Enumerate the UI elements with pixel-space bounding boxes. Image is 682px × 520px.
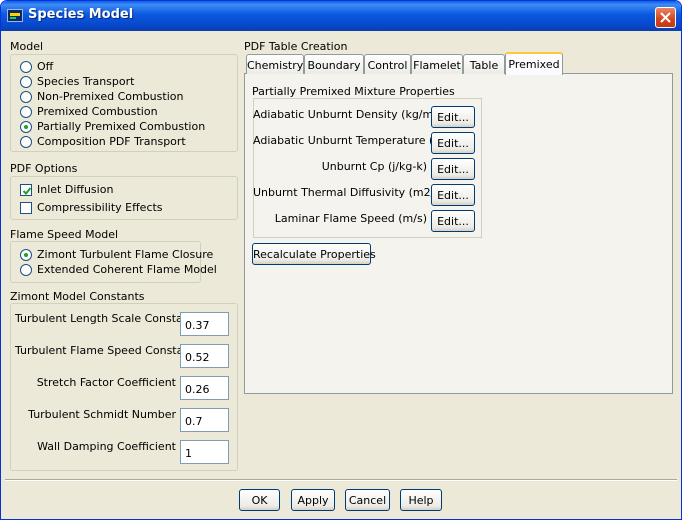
model-premixed-radio[interactable] — [20, 106, 32, 118]
compressibility-effects-checkbox[interactable] — [20, 202, 32, 214]
pdf-table-creation-label: PDF Table Creation — [244, 40, 348, 53]
schmidt-number-input[interactable]: 0.7 — [180, 408, 229, 432]
title-bar[interactable]: Species Model — [1, 1, 681, 31]
model-non-premixed-label: Non-Premixed Combustion — [37, 90, 184, 103]
flame-speed-constant-label: Turbulent Flame Speed Constant — [15, 344, 195, 357]
premixed-properties-label: Partially Premixed Mixture Properties — [252, 85, 455, 98]
model-partially-premixed-label: Partially Premixed Combustion — [37, 120, 206, 133]
unburnt-density-label: Adiabatic Unburnt Density (kg/m3) — [253, 108, 445, 121]
cancel-button[interactable]: Cancel — [345, 489, 390, 511]
species-model-dialog: Species Model Model Off Species Transpor… — [0, 0, 682, 520]
thermal-diffusivity-label: Unburnt Thermal Diffusivity (m2/s) — [253, 186, 445, 199]
wall-damping-label: Wall Damping Coefficient — [37, 440, 176, 453]
tab-chemistry[interactable]: Chemistry — [246, 54, 304, 74]
model-non-premixed-radio[interactable] — [20, 91, 32, 103]
unburnt-density-edit-button[interactable]: Edit... — [431, 106, 475, 128]
model-group-label: Model — [10, 40, 44, 53]
zimont-constants-label: Zimont Model Constants — [10, 290, 145, 303]
model-off-radio[interactable] — [20, 61, 32, 73]
tab-premixed[interactable]: Premixed — [505, 52, 563, 75]
model-species-transport-radio[interactable] — [20, 76, 32, 88]
unburnt-cp-label: Unburnt Cp (j/kg-k) — [321, 160, 427, 173]
tab-flamelet[interactable]: Flamelet — [411, 54, 463, 74]
laminar-flame-speed-label: Laminar Flame Speed (m/s) — [274, 212, 427, 225]
zimont-closure-label: Zimont Turbulent Flame Closure — [37, 248, 214, 261]
flame-speed-constant-input[interactable]: 0.52 — [180, 344, 229, 368]
help-button[interactable]: Help — [400, 489, 442, 511]
stretch-factor-input[interactable]: 0.26 — [180, 376, 229, 400]
extended-coherent-radio[interactable] — [20, 264, 32, 276]
model-premixed-label: Premixed Combustion — [37, 105, 158, 118]
recalculate-properties-button[interactable]: Recalculate Properties — [252, 243, 376, 265]
unburnt-cp-edit-button[interactable]: Edit... — [431, 158, 475, 180]
thermal-diffusivity-edit-button[interactable]: Edit... — [431, 184, 475, 206]
inlet-diffusion-label: Inlet Diffusion — [37, 183, 114, 196]
footer-separator — [5, 479, 677, 481]
pdf-options-label: PDF Options — [10, 162, 78, 175]
length-scale-constant-input[interactable]: 0.37 — [180, 312, 229, 336]
model-composition-pdf-label: Composition PDF Transport — [37, 135, 186, 148]
model-species-transport-label: Species Transport — [37, 75, 135, 88]
ok-button[interactable]: OK — [239, 489, 280, 511]
length-scale-constant-label: Turbulent Length Scale Constant — [15, 312, 195, 325]
wall-damping-input[interactable]: 1 — [180, 440, 229, 464]
model-partially-premixed-radio[interactable] — [20, 121, 32, 133]
zimont-closure-radio[interactable] — [20, 249, 32, 261]
tab-table[interactable]: Table — [463, 54, 505, 74]
tab-boundary[interactable]: Boundary — [304, 54, 364, 74]
extended-coherent-label: Extended Coherent Flame Model — [37, 263, 217, 276]
model-off-label: Off — [37, 60, 54, 73]
laminar-flame-speed-edit-button[interactable]: Edit... — [431, 210, 475, 232]
schmidt-number-label: Turbulent Schmidt Number — [28, 408, 176, 421]
apply-button[interactable]: Apply — [291, 489, 335, 511]
unburnt-temperature-label: Adiabatic Unburnt Temperature (k) — [253, 134, 444, 147]
inlet-diffusion-checkbox[interactable] — [20, 184, 32, 196]
tab-control[interactable]: Control — [364, 54, 411, 74]
flame-speed-model-label: Flame Speed Model — [10, 228, 119, 241]
app-icon — [7, 9, 23, 22]
close-icon[interactable] — [655, 7, 676, 28]
window-title: Species Model — [28, 7, 134, 22]
unburnt-temperature-edit-button[interactable]: Edit... — [431, 132, 475, 154]
stretch-factor-label: Stretch Factor Coefficient — [36, 376, 176, 389]
compressibility-effects-label: Compressibility Effects — [37, 201, 163, 214]
model-composition-pdf-radio[interactable] — [20, 136, 32, 148]
